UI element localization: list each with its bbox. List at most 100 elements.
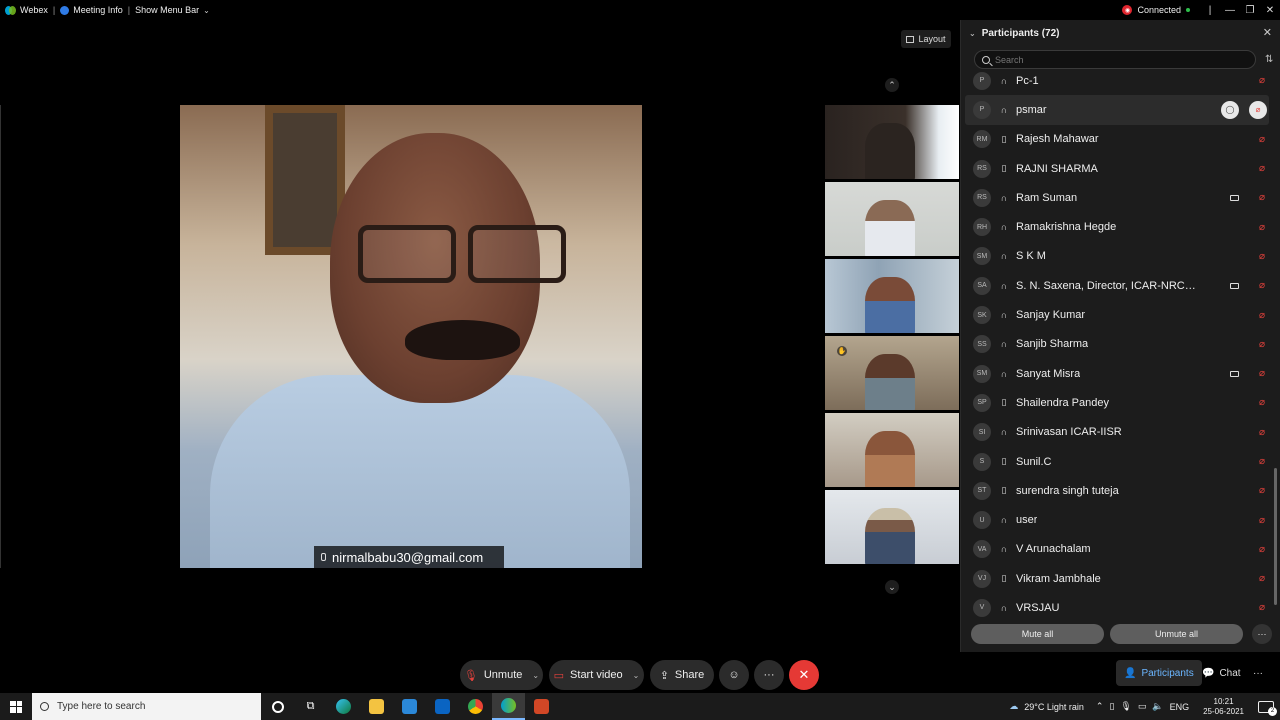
participant-row[interactable]: SA ∩ S. N. Saxena, Director, ICAR-NRCSS, A… [965,271,1269,300]
muted-mic-icon[interactable]: ⌀ [1259,544,1265,555]
powerpoint-icon[interactable] [525,693,558,720]
participant-row[interactable]: RS ▯ RAJNI SHARMA ⌀ [965,154,1269,183]
thumbnails-scroll-down-button[interactable]: ⌄ [885,580,899,594]
unmute-all-button[interactable]: Unmute all [1110,624,1243,644]
taskbar-search[interactable]: Type here to search [32,693,261,720]
muted-mic-icon[interactable]: ⌀ [1259,251,1265,262]
muted-mic-icon[interactable]: ⌀ [1259,573,1265,584]
muted-mic-icon[interactable]: ⌀ [1259,280,1265,291]
network-icon[interactable]: ▯ [1109,701,1114,712]
connection-status[interactable]: ◉ Connected [1122,5,1200,15]
more-panels-button[interactable]: ··· [1245,660,1271,686]
participant-row[interactable]: RH ∩ Ramakrishna Hegde ⌀ [965,212,1269,241]
muted-mic-icon[interactable]: ⌀ [1259,368,1265,379]
mute-all-button[interactable]: Mute all [971,624,1104,644]
participant-list-scrollbar[interactable] [1274,468,1277,605]
unmute-participant-button[interactable]: ⌀ [1249,100,1267,119]
store-icon[interactable] [393,693,426,720]
weather-text[interactable]: 29°C Light rain [1024,702,1084,712]
meeting-info-button[interactable]: Meeting Info [55,5,128,15]
video-thumbnail[interactable]: ✋ [825,336,959,410]
participant-row[interactable]: SK ∩ Sanjay Kumar ⌀ [965,300,1269,329]
participant-row[interactable]: RM ▯ Rajesh Mahawar ⌀ [965,125,1269,154]
reactions-button[interactable]: ☺ [719,660,749,690]
chevron-down-icon[interactable]: ⌄ [532,671,539,680]
video-thumbnail[interactable] [825,490,959,564]
layout-button[interactable]: Layout [901,30,951,48]
video-thumbnail[interactable] [825,413,959,487]
file-explorer-icon[interactable] [360,693,393,720]
video-thumbnail[interactable] [825,105,959,179]
participant-row[interactable]: SP ▯ Shailendra Pandey ⌀ [965,388,1269,417]
muted-mic-icon[interactable]: ⌀ [1259,310,1265,321]
app-menu[interactable]: Webex [0,5,53,15]
chevron-down-icon[interactable]: ⌄ [633,671,640,680]
participant-row[interactable]: SM ∩ S K M ⌀ [965,242,1269,271]
edge-icon[interactable] [327,693,360,720]
muted-mic-icon[interactable]: ⌀ [1259,134,1265,145]
chevron-up-icon[interactable]: ⌃ [1096,701,1104,712]
microphone-icon[interactable]: 🎙 [1120,701,1131,712]
muted-mic-icon[interactable]: ⌀ [1259,192,1265,203]
active-speaker-video[interactable] [180,105,642,568]
more-options-button[interactable]: ··· [754,660,784,690]
task-view-icon[interactable]: ⧉ [294,693,327,720]
webex-taskbar-icon[interactable] [492,693,525,720]
sort-icon[interactable]: ⇅ [1265,54,1273,65]
video-thumbnail[interactable] [825,182,959,256]
participant-row[interactable]: SS ∩ Sanjib Sharma ⌀ [965,330,1269,359]
muted-mic-icon[interactable]: ⌀ [1259,485,1265,496]
muted-mic-icon[interactable]: ⌀ [1259,163,1265,174]
participant-row[interactable]: VJ ▯ Vikram Jambhale ⌀ [965,564,1269,593]
chrome-icon[interactable] [459,693,492,720]
muted-mic-icon[interactable]: ⌀ [1259,602,1265,613]
start-video-button[interactable]: ▭ Start video ⌄ [549,660,644,690]
participant-row[interactable]: S ▯ Sunil.C ⌀ [965,447,1269,476]
muted-mic-icon[interactable]: ⌀ [1259,339,1265,350]
muted-mic-icon[interactable]: ⌀ [1259,75,1265,86]
clock[interactable]: 10:21 25-06-2021 [1203,697,1244,717]
participant-row[interactable]: P ∩ Pc-1 ⌀ [965,66,1269,95]
mail-icon[interactable] [426,693,459,720]
muted-mic-icon[interactable]: ⌀ [1259,397,1265,408]
cortana-icon[interactable] [261,693,294,720]
leave-meeting-button[interactable]: ✕ [789,660,819,690]
muted-mic-icon[interactable]: ⌀ [1259,427,1265,438]
more-options-button[interactable]: ··· [1252,624,1272,644]
notification-center-icon[interactable]: 2 [1258,700,1277,716]
participant-row[interactable]: ST ▯ surendra singh tuteja ⌀ [965,476,1269,505]
muted-mic-icon[interactable]: ⌀ [1259,515,1265,526]
language-indicator[interactable]: ENG [1170,702,1190,712]
muted-mic-icon[interactable]: ⌀ [1259,456,1265,467]
headset-icon: ∩ [1000,602,1008,613]
minimize-icon[interactable]: — [1220,5,1240,16]
start-button[interactable] [0,693,32,720]
chat-with-participant-button[interactable]: ◯ [1221,100,1239,119]
participant-row[interactable]: RS ∩ Ram Suman ⌀ [965,183,1269,212]
windows-taskbar: Type here to search ⧉ ☁ 29°C Light rain … [0,693,1280,720]
close-icon[interactable]: ✕ [1260,5,1280,16]
participants-tab[interactable]: 👤 Participants [1116,660,1202,686]
participant-row[interactable]: U ∩ user ⌀ [965,505,1269,534]
participants-header[interactable]: ⌄ Participants (72) [961,20,1280,46]
participant-row[interactable]: SI ∩ Srinivasan ICAR-IISR ⌀ [965,418,1269,447]
participant-row[interactable]: VA ∩ V Arunachalam ⌀ [965,535,1269,564]
chat-tab[interactable]: 💬 Chat [1194,660,1249,686]
show-menu-bar-button[interactable]: Show Menu Bar ⌄ [130,5,215,15]
headset-icon: ∩ [1000,544,1008,555]
maximize-icon[interactable]: ❐ [1240,5,1260,16]
participant-row[interactable]: V ∩ VRSJAU ⌀ [965,593,1269,617]
muted-mic-icon[interactable]: ⌀ [1259,222,1265,233]
close-panel-icon[interactable]: ✕ [1263,26,1272,39]
volume-icon[interactable]: 🔈 [1152,701,1163,712]
participant-row[interactable]: SM ∩ Sanyat Misra ⌀ [965,359,1269,388]
video-thumbnail[interactable] [825,259,959,333]
participant-name: Ramakrishna Hegde [1016,221,1117,234]
participant-name: Sanjib Sharma [1016,338,1089,351]
share-button[interactable]: ⇪ Share [650,660,714,690]
search-input[interactable] [995,54,1235,65]
thumbnails-scroll-up-button[interactable]: ⌃ [885,78,899,92]
unmute-button[interactable]: 🎙 Unmute ⌄ [460,660,543,690]
display-icon[interactable]: ▭ [1138,701,1147,712]
participant-row[interactable]: P ∩ psmar ◯ ⌀ [965,95,1269,125]
